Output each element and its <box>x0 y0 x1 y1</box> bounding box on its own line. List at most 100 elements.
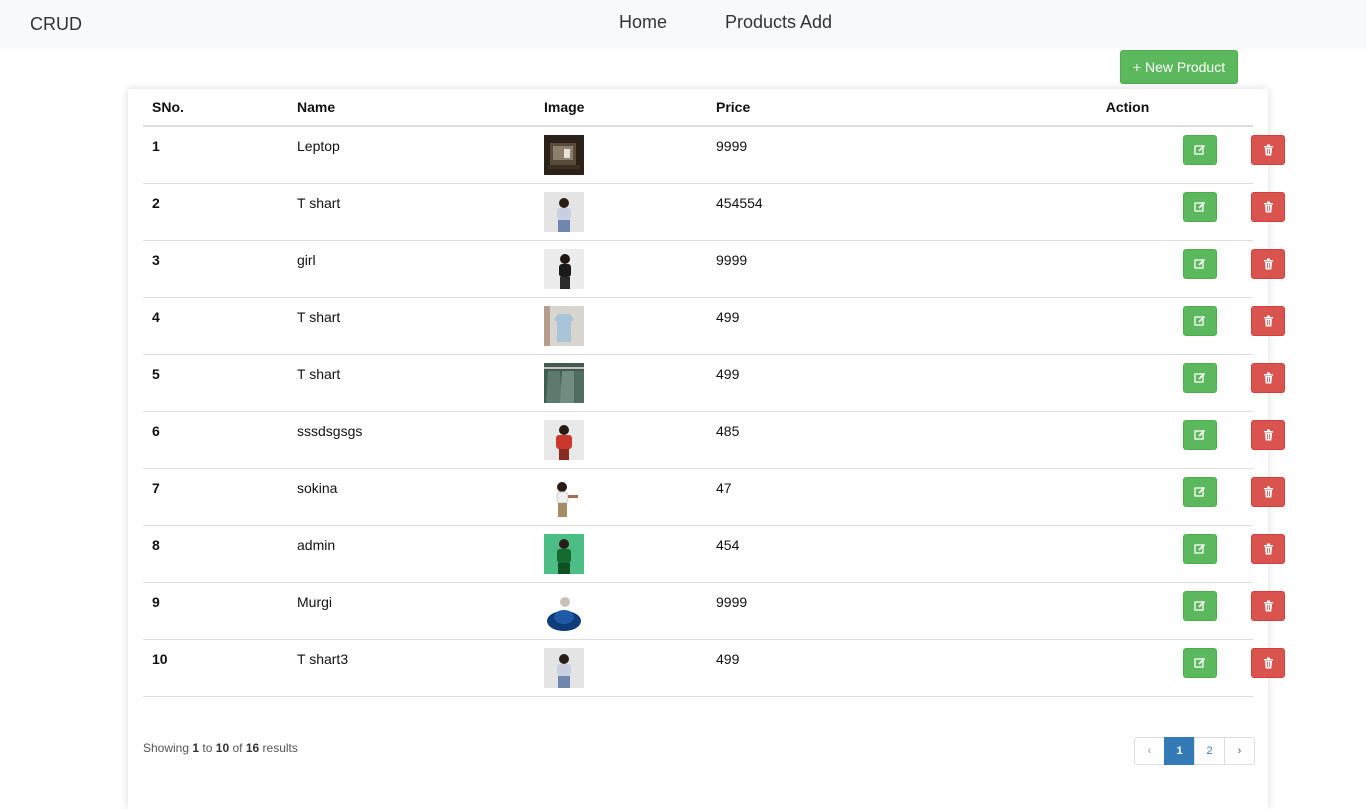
edit-icon <box>1194 429 1206 440</box>
header-image: Image <box>535 89 707 127</box>
edit-icon <box>1194 657 1206 668</box>
delete-button[interactable] <box>1251 192 1285 222</box>
edit-icon <box>1194 543 1206 554</box>
table-row: 8 admin 454 <box>143 525 1285 583</box>
cell-sno: 6 <box>143 411 288 469</box>
cell-price: 454 <box>707 525 1002 583</box>
product-thumbnail <box>544 306 584 346</box>
header-price: Price <box>707 89 1002 127</box>
cell-image <box>535 297 707 355</box>
trash-icon <box>1263 600 1273 612</box>
nav-link-home[interactable]: Home <box>619 12 667 33</box>
delete-button[interactable] <box>1251 363 1285 393</box>
edit-icon <box>1194 315 1206 326</box>
cell-action <box>1002 582 1285 640</box>
cell-action <box>1002 468 1285 526</box>
edit-icon <box>1194 258 1206 269</box>
cell-image <box>535 183 707 241</box>
trash-icon <box>1263 657 1273 669</box>
showing-to: 10 <box>215 741 230 755</box>
cell-image <box>535 582 707 640</box>
page-next-button[interactable]: › <box>1224 737 1255 765</box>
nav-link-products-add[interactable]: Products Add <box>725 12 832 33</box>
product-thumbnail <box>544 363 584 403</box>
page-prev-button[interactable]: ‹ <box>1134 737 1165 765</box>
trash-icon <box>1263 315 1273 327</box>
cell-name: Murgi <box>288 582 535 640</box>
cell-sno: 8 <box>143 525 288 583</box>
cell-name: T shart <box>288 297 535 355</box>
edit-icon <box>1194 144 1206 155</box>
edit-button[interactable] <box>1183 135 1217 165</box>
cell-price: 9999 <box>707 240 1002 298</box>
cell-action <box>1002 639 1285 697</box>
showing-from: 1 <box>192 741 200 755</box>
edit-icon <box>1194 486 1206 497</box>
table-row: 7 sokina 47 <box>143 468 1285 526</box>
cell-price: 499 <box>707 354 1002 412</box>
trash-icon <box>1263 543 1273 555</box>
header-action: Action <box>1002 89 1253 127</box>
table-row: 4T shart 499 <box>143 297 1285 355</box>
table-row: 10 T shart3 499 <box>143 639 1285 697</box>
trash-icon <box>1263 144 1273 156</box>
edit-button[interactable] <box>1183 363 1217 393</box>
cell-name: T shart <box>288 354 535 412</box>
table-row: 1 Leptop 9999 <box>143 126 1285 184</box>
product-thumbnail <box>544 135 584 175</box>
cell-action <box>1002 183 1285 241</box>
results-label: results <box>262 741 298 755</box>
cell-image <box>535 639 707 697</box>
delete-button[interactable] <box>1251 648 1285 678</box>
header-name: Name <box>288 89 535 127</box>
edit-button[interactable] <box>1183 192 1217 222</box>
edit-button[interactable] <box>1183 477 1217 507</box>
cell-image <box>535 240 707 298</box>
cell-sno: 2 <box>143 183 288 241</box>
table-row: 2T shart 454554 <box>143 183 1285 241</box>
cell-image <box>535 411 707 469</box>
table-row: 6 sssdsgsgs 485 <box>143 411 1285 469</box>
table-row: 9 Murgi 9999 <box>143 582 1285 640</box>
cell-price: 499 <box>707 639 1002 697</box>
cell-price: 499 <box>707 297 1002 355</box>
cell-price: 9999 <box>707 582 1002 640</box>
products-table: SNo. Name Image Price Action 1 Leptop 9999… <box>143 89 1285 697</box>
cell-image <box>535 468 707 526</box>
edit-button[interactable] <box>1183 648 1217 678</box>
page-1-button[interactable]: 1 <box>1164 737 1195 765</box>
delete-button[interactable] <box>1251 534 1285 564</box>
edit-button[interactable] <box>1183 534 1217 564</box>
delete-button[interactable] <box>1251 420 1285 450</box>
edit-button[interactable] <box>1183 591 1217 621</box>
edit-button[interactable] <box>1183 249 1217 279</box>
navbar: CRUD Home Products Add <box>0 0 1366 49</box>
delete-button[interactable] <box>1251 306 1285 336</box>
of-label: of <box>232 741 243 755</box>
edit-button[interactable] <box>1183 420 1217 450</box>
product-thumbnail <box>544 477 584 517</box>
delete-button[interactable] <box>1251 249 1285 279</box>
table-header-row: SNo. Name Image Price Action <box>143 89 1253 127</box>
product-thumbnail <box>544 591 584 631</box>
page-2-button[interactable]: 2 <box>1194 737 1225 765</box>
new-product-button[interactable]: + New Product <box>1120 50 1238 84</box>
brand-logo[interactable]: CRUD <box>30 14 82 35</box>
delete-button[interactable] <box>1251 591 1285 621</box>
cell-image <box>535 354 707 412</box>
cell-price: 47 <box>707 468 1002 526</box>
cell-image <box>535 525 707 583</box>
product-thumbnail <box>544 420 584 460</box>
cell-sno: 9 <box>143 582 288 640</box>
cell-sno: 1 <box>143 126 288 184</box>
to-label: to <box>202 741 213 755</box>
cell-action <box>1002 240 1285 298</box>
showing-total: 16 <box>245 741 260 755</box>
showing-label: Showing <box>143 741 190 755</box>
trash-icon <box>1263 372 1273 384</box>
delete-button[interactable] <box>1251 135 1285 165</box>
cell-name: sokina <box>288 468 535 526</box>
delete-button[interactable] <box>1251 477 1285 507</box>
edit-icon <box>1194 372 1206 383</box>
edit-button[interactable] <box>1183 306 1217 336</box>
